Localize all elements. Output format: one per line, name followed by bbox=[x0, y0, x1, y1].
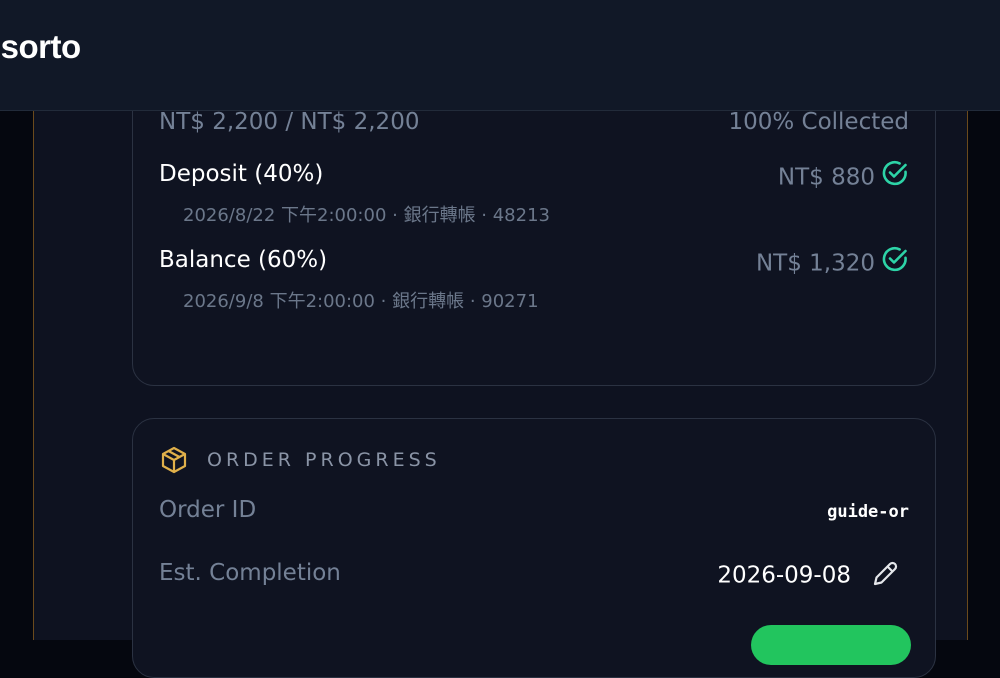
payment-item-amount-text: NT$ 1,320 bbox=[755, 250, 875, 277]
payment-item-detail: 2026/9/8 下午2:00:00 · 銀行轉帳 · 90271 bbox=[183, 291, 539, 312]
payment-item-label: Deposit (40%) bbox=[159, 161, 324, 187]
est-completion-value-group: 2026-09-08 bbox=[717, 560, 901, 596]
order-progress-card: ORDER PROGRESS Order ID guide-or Est. Co… bbox=[132, 418, 936, 678]
est-completion-label: Est. Completion bbox=[159, 560, 341, 586]
collected-status: 100% Collected bbox=[728, 109, 909, 135]
check-circle-icon bbox=[881, 159, 909, 193]
section-title: ORDER PROGRESS bbox=[207, 449, 441, 471]
check-circle-icon bbox=[881, 245, 909, 279]
order-id-row: Order ID guide-or bbox=[159, 497, 909, 523]
est-completion-value: 2026-09-08 bbox=[717, 562, 851, 589]
collected-amount: NT$ 2,200 / NT$ 2,200 bbox=[159, 109, 420, 135]
payment-item-amount: NT$ 1,320 bbox=[755, 245, 909, 281]
payment-item-amount-text: NT$ 880 bbox=[777, 164, 875, 191]
payment-item-label: Balance (60%) bbox=[159, 247, 328, 273]
package-icon bbox=[159, 445, 189, 479]
pencil-icon[interactable] bbox=[869, 558, 901, 594]
payment-item-balance: Balance (60%) NT$ 1,320 bbox=[159, 246, 909, 277]
payment-summary: NT$ 2,200 / NT$ 2,200 100% Collected bbox=[159, 109, 909, 135]
top-bar: isorto bbox=[0, 0, 1000, 111]
action-button[interactable] bbox=[751, 625, 911, 665]
brand-title: isorto bbox=[0, 28, 81, 65]
payment-item-amount: NT$ 880 bbox=[777, 159, 909, 195]
payment-item-detail: 2026/8/22 下午2:00:00 · 銀行轉帳 · 48213 bbox=[183, 205, 550, 226]
order-id-label: Order ID bbox=[159, 497, 257, 523]
payment-item-deposit: Deposit (40%) NT$ 880 bbox=[159, 160, 909, 191]
est-completion-row: Est. Completion 2026-09-08 bbox=[159, 560, 909, 589]
order-id-value: guide-or bbox=[827, 502, 909, 522]
